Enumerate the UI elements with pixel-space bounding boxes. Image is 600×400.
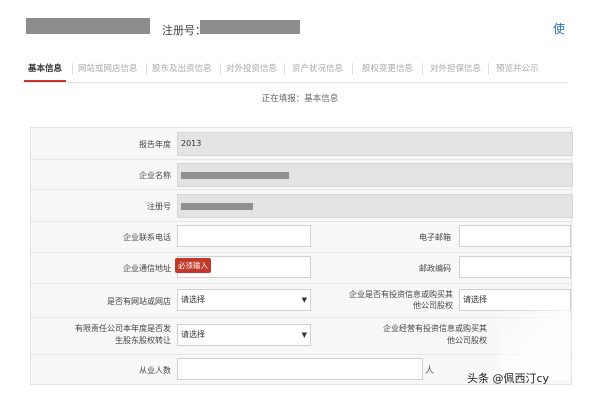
tab-preview-publish[interactable]: 预览并公示 xyxy=(492,58,543,80)
company-name-label: 企业名称 xyxy=(139,171,171,180)
form-row-address: 企业通信地址 必须输入 邮政编码 xyxy=(31,252,571,284)
tab-bar: 基本信息 网站或网店信息 股东及出资信息 对外投资信息 资产状况信息 股权变更信… xyxy=(22,58,567,83)
zip-label: 邮政编码 xyxy=(419,264,451,273)
website-select-value: 请选择 xyxy=(181,295,205,304)
investment-select[interactable]: 请选择 xyxy=(459,289,571,311)
company-name-redacted-value xyxy=(181,172,289,179)
email-input[interactable] xyxy=(459,225,571,247)
website-select[interactable]: 请选择 ▼ xyxy=(177,289,311,311)
reg-no-value-box xyxy=(177,194,573,218)
report-year-value: 2013 xyxy=(181,139,202,148)
form-row-reg-no: 注册号 xyxy=(31,189,573,222)
tab-shareholder-info[interactable]: 股东及出资信息 xyxy=(148,58,216,80)
investment-label: 企业是否有投资信息或购买其他公司股权 xyxy=(349,290,453,310)
form-row-year: 报告年度 2013 xyxy=(31,128,573,160)
reg-no-redacted-value xyxy=(181,203,253,210)
tab-basic-info[interactable]: 基本信息 xyxy=(24,58,67,82)
tab-investment-info[interactable]: 对外投资信息 xyxy=(222,58,281,80)
equity-transfer-select-value: 请选择 xyxy=(181,330,205,339)
tab-assets-info[interactable]: 资产状况信息 xyxy=(288,58,347,80)
investment-select-value: 请选择 xyxy=(463,295,487,304)
equity-transfer-select[interactable]: 请选择 ▼ xyxy=(177,324,311,346)
equity-transfer-label: 有限责任公司本年度是否发生股东股权转让 xyxy=(75,324,171,345)
address-label: 企业通信地址 xyxy=(123,264,171,273)
chevron-down-icon: ▼ xyxy=(301,296,307,304)
watermark: 头条 @佩西汀cy xyxy=(467,372,550,385)
tab-equity-change[interactable]: 股权变更信息 xyxy=(358,58,417,80)
phone-label: 企业联系电话 xyxy=(123,233,171,242)
tab-divider xyxy=(352,63,353,75)
company-name-value-box xyxy=(177,163,573,187)
top-bar: 注册号： 使 xyxy=(0,0,600,50)
website-label: 是否有网站或网店 xyxy=(107,297,171,306)
form-row-contact: 企业联系电话 电子邮箱 xyxy=(31,221,571,253)
employees-unit: 人 xyxy=(425,366,435,376)
report-year-value-box: 2013 xyxy=(177,132,573,156)
header-link[interactable]: 使 xyxy=(553,20,565,37)
employees-label: 从业人数 xyxy=(139,366,171,375)
company-name-redacted xyxy=(26,18,150,34)
phone-input[interactable] xyxy=(177,225,311,247)
chevron-down-icon: ▼ xyxy=(301,331,307,339)
employees-input[interactable] xyxy=(177,358,423,380)
tab-divider xyxy=(422,63,423,75)
report-year-label: 报告年度 xyxy=(139,140,171,149)
reg-no-label: 注册号 xyxy=(147,202,171,211)
form-row-website: 是否有网站或网店 请选择 ▼ 企业是否有投资信息或购买其他公司股权 请选择 xyxy=(31,283,571,318)
tab-divider xyxy=(284,63,285,75)
filling-status: 正在填报：基本信息 xyxy=(261,94,339,104)
registration-number-redacted xyxy=(200,20,300,34)
zip-input[interactable] xyxy=(459,256,571,278)
tab-divider xyxy=(220,63,221,75)
form-row-company-name: 企业名称 xyxy=(31,159,573,190)
investment-2-label: 企业经营有投资信息或购买其他公司股权 xyxy=(383,324,487,345)
tab-guarantee-info[interactable]: 对外担保信息 xyxy=(426,58,485,80)
tab-divider xyxy=(146,63,147,75)
basic-info-form: 报告年度 2013 企业名称 注册号 企业联系电话 电子邮箱 企业通信地址 必须… xyxy=(30,127,573,385)
form-row-equity: 有限责任公司本年度是否发生股东股权转让 请选择 ▼ 企业经营有投资信息或购买其他… xyxy=(31,317,571,355)
address-error-tooltip: 必须输入 xyxy=(175,258,211,273)
email-label: 电子邮箱 xyxy=(419,233,451,242)
tab-divider xyxy=(488,63,489,75)
tab-website-info[interactable]: 网站或网店信息 xyxy=(74,58,142,80)
tab-divider xyxy=(72,63,73,75)
